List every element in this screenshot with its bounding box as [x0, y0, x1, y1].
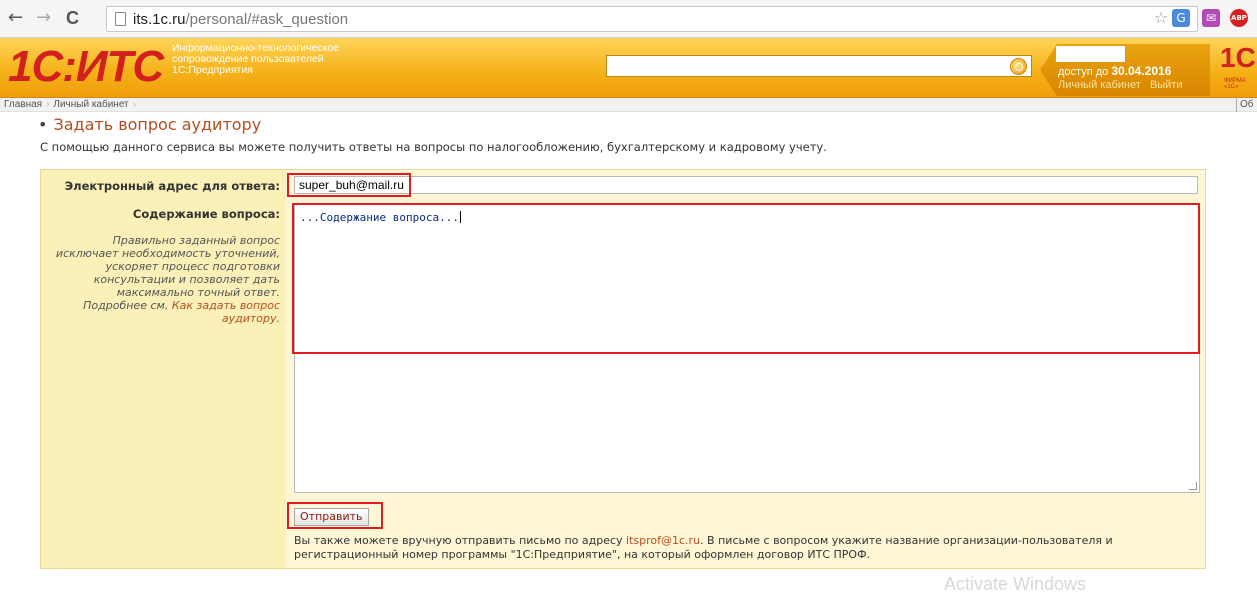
email-field[interactable]: super_buh@mail.ru: [294, 176, 1198, 194]
url-text[interactable]: its.1c.ru/personal/#ask_question: [133, 11, 348, 28]
site-tagline: Информационно-технологическое сопровожде…: [172, 42, 340, 76]
address-bar[interactable]: its.1c.ru/personal/#ask_question: [106, 6, 1198, 32]
question-label: Содержание вопроса:: [132, 207, 280, 221]
adblock-icon[interactable]: ABP: [1230, 9, 1248, 27]
star-icon[interactable]: ☆: [1152, 9, 1170, 27]
breadcrumb: Главная › Личный кабинет ›: [4, 99, 136, 110]
firm-1c-logo[interactable]: 1С: [1220, 42, 1256, 74]
question-highlight-box: [292, 203, 1200, 354]
send-highlight-box: [287, 502, 383, 529]
user-name-box: [1056, 46, 1125, 62]
breadcrumb-cabinet[interactable]: Личный кабинет: [53, 99, 128, 110]
logout-link[interactable]: Выйти: [1150, 79, 1183, 91]
search-input[interactable]: [606, 55, 1032, 77]
account-links: Личный кабинет Выйти: [1058, 79, 1183, 91]
about-its-link[interactable]: Об 1С:ИТС: [1236, 98, 1257, 112]
breadcrumb-bar: Главная›Личный кабинет› Об 1С:ИТС: [0, 98, 1257, 112]
forward-arrow-icon[interactable]: →: [36, 8, 51, 28]
manual-email-note: Вы также можете вручную отправить письмо…: [294, 534, 1113, 561]
question-hint: Правильно заданный вопрос исключает необ…: [55, 234, 280, 325]
form-label-column: Электронный адрес для ответа: Содержание…: [41, 170, 286, 568]
intro-text: С помощью данного сервиса вы можете полу…: [40, 140, 827, 154]
access-info: доступ до 30.04.2016: [1058, 64, 1172, 78]
reload-icon[interactable]: C: [66, 8, 79, 28]
page-title: Задать вопрос аудитору: [38, 115, 261, 134]
firm-1c-caption: ФИРМА «1С»: [1224, 78, 1246, 90]
page-icon: [115, 12, 126, 26]
support-email-link[interactable]: itsprof@1c.ru: [626, 534, 700, 547]
translate-icon[interactable]: G: [1172, 9, 1190, 27]
personal-cabinet-link[interactable]: Личный кабинет: [1058, 79, 1141, 91]
email-highlight-box: [287, 173, 411, 197]
search-icon[interactable]: [1010, 58, 1027, 75]
site-header: 1С:ИТС Информационно-технологическое соп…: [0, 38, 1257, 98]
email-label: Электронный адрес для ответа:: [64, 179, 280, 193]
back-arrow-icon[interactable]: ←: [8, 8, 23, 28]
breadcrumb-home[interactable]: Главная: [4, 99, 42, 110]
how-to-ask-link[interactable]: Как задать вопрос аудитору: [172, 299, 280, 325]
browser-toolbar: ← → C its.1c.ru/personal/#ask_question ☆…: [0, 0, 1257, 38]
mail-extension-icon[interactable]: ✉: [1202, 9, 1220, 27]
its-logo[interactable]: 1С:ИТС: [8, 42, 164, 92]
resize-grip-icon[interactable]: [1189, 482, 1197, 490]
